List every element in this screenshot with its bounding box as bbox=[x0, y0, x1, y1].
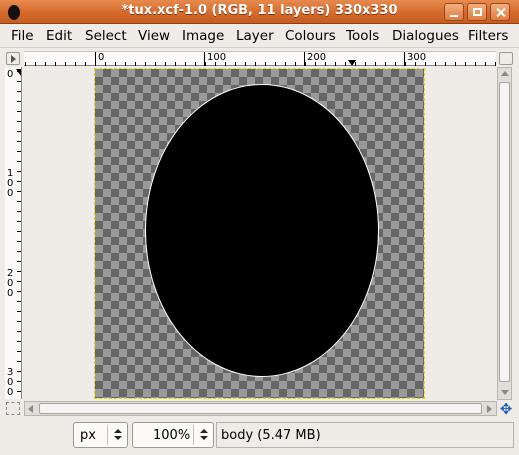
minimize-icon bbox=[450, 15, 458, 17]
scroll-up-arrow-icon[interactable] bbox=[501, 71, 509, 76]
horizontal-ruler[interactable]: 0 100 200 300 bbox=[24, 51, 496, 66]
image-menu-button[interactable] bbox=[6, 52, 20, 65]
title-bar[interactable]: *tux.xcf-1.0 (RGB, 11 layers) 330x330 bbox=[0, 0, 519, 24]
active-layer-info: body (5.47 MB) bbox=[221, 428, 321, 443]
ruler-label-0: 0 bbox=[98, 52, 105, 63]
zoom-selector[interactable]: 100% bbox=[132, 422, 214, 448]
window-title: *tux.xcf-1.0 (RGB, 11 layers) 330x330 bbox=[121, 3, 398, 18]
unit-selector[interactable]: px bbox=[73, 422, 128, 448]
black-ellipse-layer bbox=[146, 85, 378, 376]
scroll-down-arrow-icon[interactable] bbox=[501, 390, 509, 395]
vertical-scroll-thumb[interactable] bbox=[499, 82, 510, 382]
menu-colours[interactable]: Colours bbox=[285, 28, 336, 44]
ruler-v-label-100: 100 bbox=[7, 168, 14, 199]
status-bar: px 100% body (5.47 MB) bbox=[0, 418, 519, 455]
menu-filters[interactable]: Filters bbox=[468, 28, 508, 44]
maximize-icon bbox=[473, 8, 482, 16]
menu-view[interactable]: View bbox=[138, 28, 170, 44]
vertical-ruler-ticks bbox=[16, 69, 21, 392]
unit-value: px bbox=[80, 428, 96, 443]
menu-edit[interactable]: Edit bbox=[46, 28, 72, 44]
navigate-move-icon[interactable]: ✥ bbox=[499, 402, 513, 417]
maximize-button[interactable] bbox=[467, 3, 487, 21]
scroll-right-arrow-icon[interactable] bbox=[487, 405, 492, 413]
minimize-button[interactable] bbox=[444, 3, 464, 21]
status-message-area: body (5.47 MB) bbox=[216, 422, 514, 448]
vertical-ruler[interactable]: 0 100 200 300 bbox=[5, 67, 22, 399]
ruler-v-label-0: 0 bbox=[7, 69, 14, 80]
menu-select[interactable]: Select bbox=[85, 28, 127, 44]
zoom-dropdown-arrow-icon[interactable] bbox=[193, 425, 213, 445]
zoom-value: 100% bbox=[153, 428, 191, 443]
menu-tools[interactable]: Tools bbox=[346, 28, 379, 44]
menu-file[interactable]: File bbox=[11, 28, 34, 44]
ruler-v-label-200: 200 bbox=[7, 268, 14, 299]
menu-layer[interactable]: Layer bbox=[236, 28, 274, 44]
ruler-v-label-300: 300 bbox=[7, 367, 14, 398]
zoom-to-fit-button[interactable] bbox=[499, 52, 513, 65]
menu-image[interactable]: Image bbox=[182, 28, 224, 44]
horizontal-scrollbar[interactable] bbox=[24, 401, 497, 416]
horizontal-scroll-thumb[interactable] bbox=[39, 403, 482, 414]
unit-dropdown-arrow-icon[interactable] bbox=[107, 425, 127, 445]
close-button[interactable] bbox=[490, 3, 510, 21]
menu-dialogues[interactable]: Dialogues bbox=[392, 28, 459, 44]
ruler-label-300: 300 bbox=[407, 52, 427, 63]
scroll-left-arrow-icon[interactable] bbox=[28, 405, 33, 413]
vertical-scrollbar[interactable] bbox=[497, 67, 512, 400]
ruler-label-200: 200 bbox=[307, 52, 327, 63]
ruler-label-100: 100 bbox=[207, 52, 227, 63]
menu-bar: File Edit Select View Image Layer Colour… bbox=[0, 24, 519, 48]
quick-mask-toggle[interactable] bbox=[6, 402, 20, 415]
